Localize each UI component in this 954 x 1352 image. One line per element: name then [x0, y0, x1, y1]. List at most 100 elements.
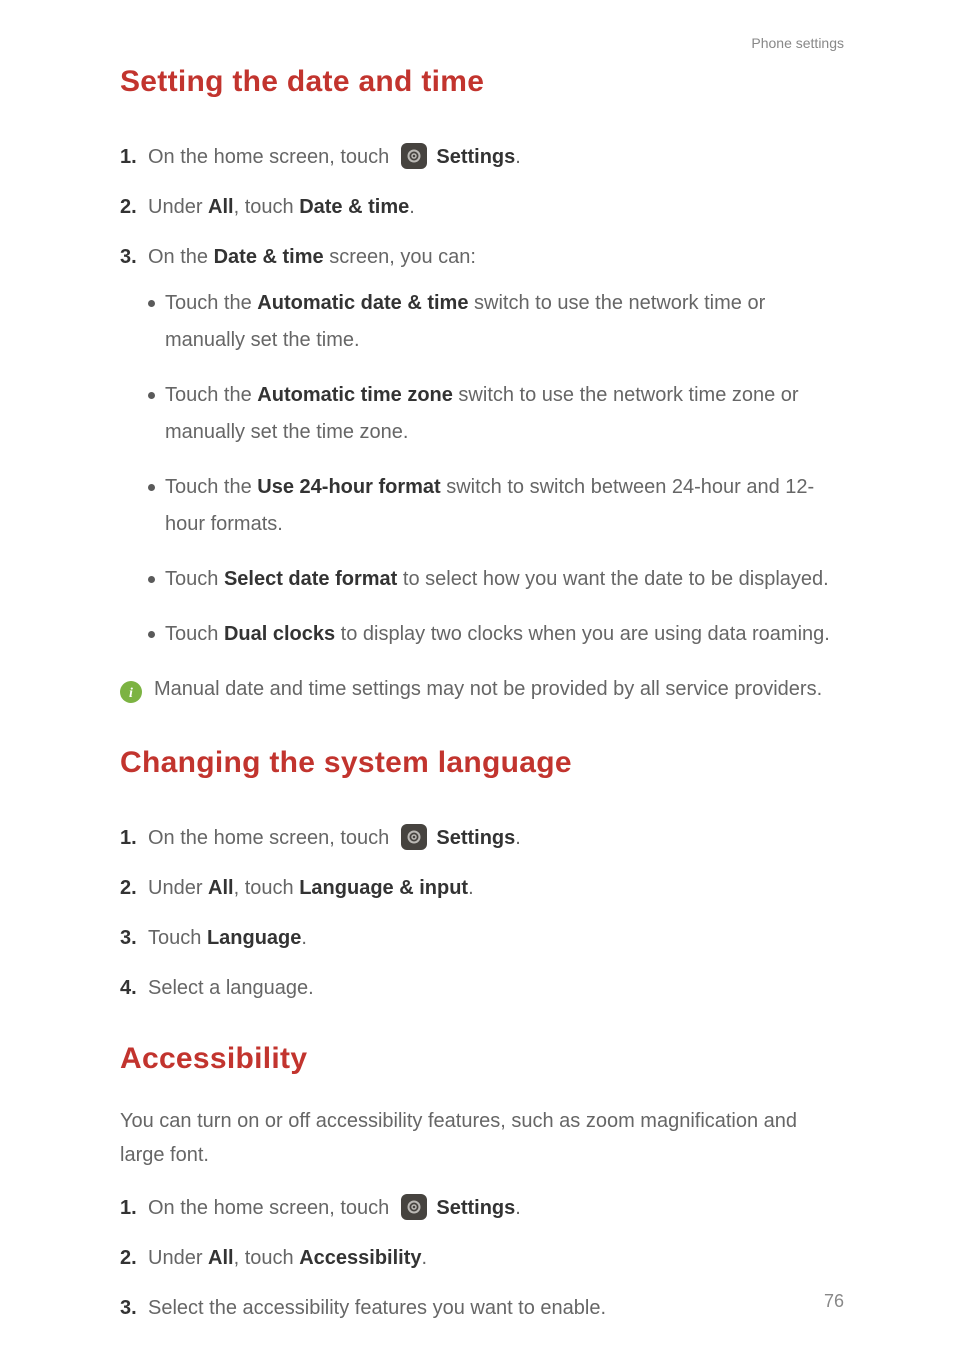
text-fragment: , touch	[234, 196, 300, 218]
step-3-date: 3. On the Date & time screen, you can:	[120, 241, 844, 273]
bullet-item: Touch the Automatic time zone switch to …	[148, 377, 844, 451]
all-label: All	[208, 877, 234, 899]
bullet-text: Touch the Automatic date & time switch t…	[165, 285, 844, 359]
step-1-access: 1. On the home screen, touch Settings.	[120, 1192, 844, 1224]
gear-icon	[401, 143, 427, 169]
text-fragment: On the home screen, touch	[148, 1197, 395, 1219]
step-text: Under All, touch Date & time.	[148, 191, 844, 223]
step-2-access: 2. Under All, touch Accessibility.	[120, 1242, 844, 1274]
period: .	[422, 1247, 428, 1269]
text-fragment: to display two clocks when you are using…	[335, 623, 830, 645]
step-text: Select the accessibility features you wa…	[148, 1292, 844, 1324]
step-text: On the home screen, touch Settings.	[148, 141, 844, 173]
step-text: On the home screen, touch Settings.	[148, 1192, 844, 1224]
bullet-dot-icon	[148, 300, 155, 307]
bullet-text: Touch the Automatic time zone switch to …	[165, 377, 844, 451]
step-2-date: 2. Under All, touch Date & time.	[120, 191, 844, 223]
step-text: On the Date & time screen, you can:	[148, 241, 844, 273]
option-label: Use 24-hour format	[257, 476, 440, 498]
menu-label: Date & time	[214, 246, 324, 268]
bullet-dot-icon	[148, 631, 155, 638]
step-2-lang: 2. Under All, touch Language & input.	[120, 872, 844, 904]
accessibility-intro: You can turn on or off accessibility fea…	[120, 1104, 844, 1172]
text-fragment: Touch the	[165, 292, 257, 314]
settings-label: Settings	[436, 146, 515, 168]
option-label: Dual clocks	[224, 623, 335, 645]
bullet-text: Touch Select date format to select how y…	[165, 561, 844, 598]
page-content: Setting the date and time 1. On the home…	[0, 0, 954, 1324]
text-fragment: Touch	[148, 927, 207, 949]
step-number: 1.	[120, 141, 148, 173]
text-fragment: Touch	[165, 568, 224, 590]
period: .	[515, 146, 521, 168]
info-note: i Manual date and time settings may not …	[120, 671, 844, 708]
bullet-dot-icon	[148, 576, 155, 583]
menu-label: Language	[207, 927, 301, 949]
step-number: 1.	[120, 1192, 148, 1224]
step-text: On the home screen, touch Settings.	[148, 822, 844, 854]
step-number: 2.	[120, 1242, 148, 1274]
step-number: 1.	[120, 822, 148, 854]
step-text: Select a language.	[148, 972, 844, 1004]
all-label: All	[208, 196, 234, 218]
text-fragment: to select how you want the date to be di…	[397, 568, 828, 590]
text-fragment: , touch	[234, 1247, 300, 1269]
bullet-item: Touch the Automatic date & time switch t…	[148, 285, 844, 359]
all-label: All	[208, 1247, 234, 1269]
gear-icon	[401, 1194, 427, 1220]
step-text: Under All, touch Accessibility.	[148, 1242, 844, 1274]
bullet-text: Touch Dual clocks to display two clocks …	[165, 616, 844, 653]
header-section-label: Phone settings	[751, 35, 844, 51]
step-1-date: 1. On the home screen, touch Settings.	[120, 141, 844, 173]
menu-label: Accessibility	[299, 1247, 421, 1269]
option-label: Select date format	[224, 568, 397, 590]
text-fragment: On the home screen, touch	[148, 827, 395, 849]
settings-label: Settings	[436, 827, 515, 849]
period: .	[409, 196, 415, 218]
step-3-access: 3. Select the accessibility features you…	[120, 1292, 844, 1324]
step-4-lang: 4. Select a language.	[120, 972, 844, 1004]
text-fragment: , touch	[234, 877, 300, 899]
bullet-item: Touch Select date format to select how y…	[148, 561, 844, 598]
text-fragment: Touch the	[165, 476, 257, 498]
step-text: Touch Language.	[148, 922, 844, 954]
page-number: 76	[824, 1291, 844, 1312]
bullet-dot-icon	[148, 484, 155, 491]
bullet-item: Touch Dual clocks to display two clocks …	[148, 616, 844, 653]
step-text: Under All, touch Language & input.	[148, 872, 844, 904]
bullet-item: Touch the Use 24-hour format switch to s…	[148, 469, 844, 543]
period: .	[468, 877, 474, 899]
period: .	[515, 1197, 521, 1219]
info-icon: i	[120, 679, 142, 701]
menu-label: Language & input	[299, 877, 468, 899]
bullet-text: Touch the Use 24-hour format switch to s…	[165, 469, 844, 543]
svg-text:i: i	[129, 686, 133, 701]
step-number: 2.	[120, 191, 148, 223]
period: .	[515, 827, 521, 849]
option-label: Automatic date & time	[257, 292, 468, 314]
note-text: Manual date and time settings may not be…	[154, 671, 844, 708]
text-fragment: Under	[148, 877, 208, 899]
text-fragment: Touch the	[165, 384, 257, 406]
bullet-dot-icon	[148, 392, 155, 399]
step-number: 3.	[120, 1292, 148, 1324]
step-1-lang: 1. On the home screen, touch Settings.	[120, 822, 844, 854]
step-number: 3.	[120, 241, 148, 273]
text-fragment: On the home screen, touch	[148, 146, 395, 168]
step-3-lang: 3. Touch Language.	[120, 922, 844, 954]
text-fragment: Under	[148, 196, 208, 218]
text-fragment: screen, you can:	[324, 246, 476, 268]
step-number: 3.	[120, 922, 148, 954]
heading-changing-language: Changing the system language	[120, 746, 844, 780]
option-label: Automatic time zone	[257, 384, 453, 406]
menu-label: Date & time	[299, 196, 409, 218]
bullet-list: Touch the Automatic date & time switch t…	[148, 285, 844, 653]
heading-setting-date-time: Setting the date and time	[120, 65, 844, 99]
text-fragment: On the	[148, 246, 214, 268]
settings-label: Settings	[436, 1197, 515, 1219]
heading-accessibility: Accessibility	[120, 1042, 844, 1076]
step-number: 4.	[120, 972, 148, 1004]
gear-icon	[401, 824, 427, 850]
period: .	[301, 927, 307, 949]
text-fragment: Under	[148, 1247, 208, 1269]
